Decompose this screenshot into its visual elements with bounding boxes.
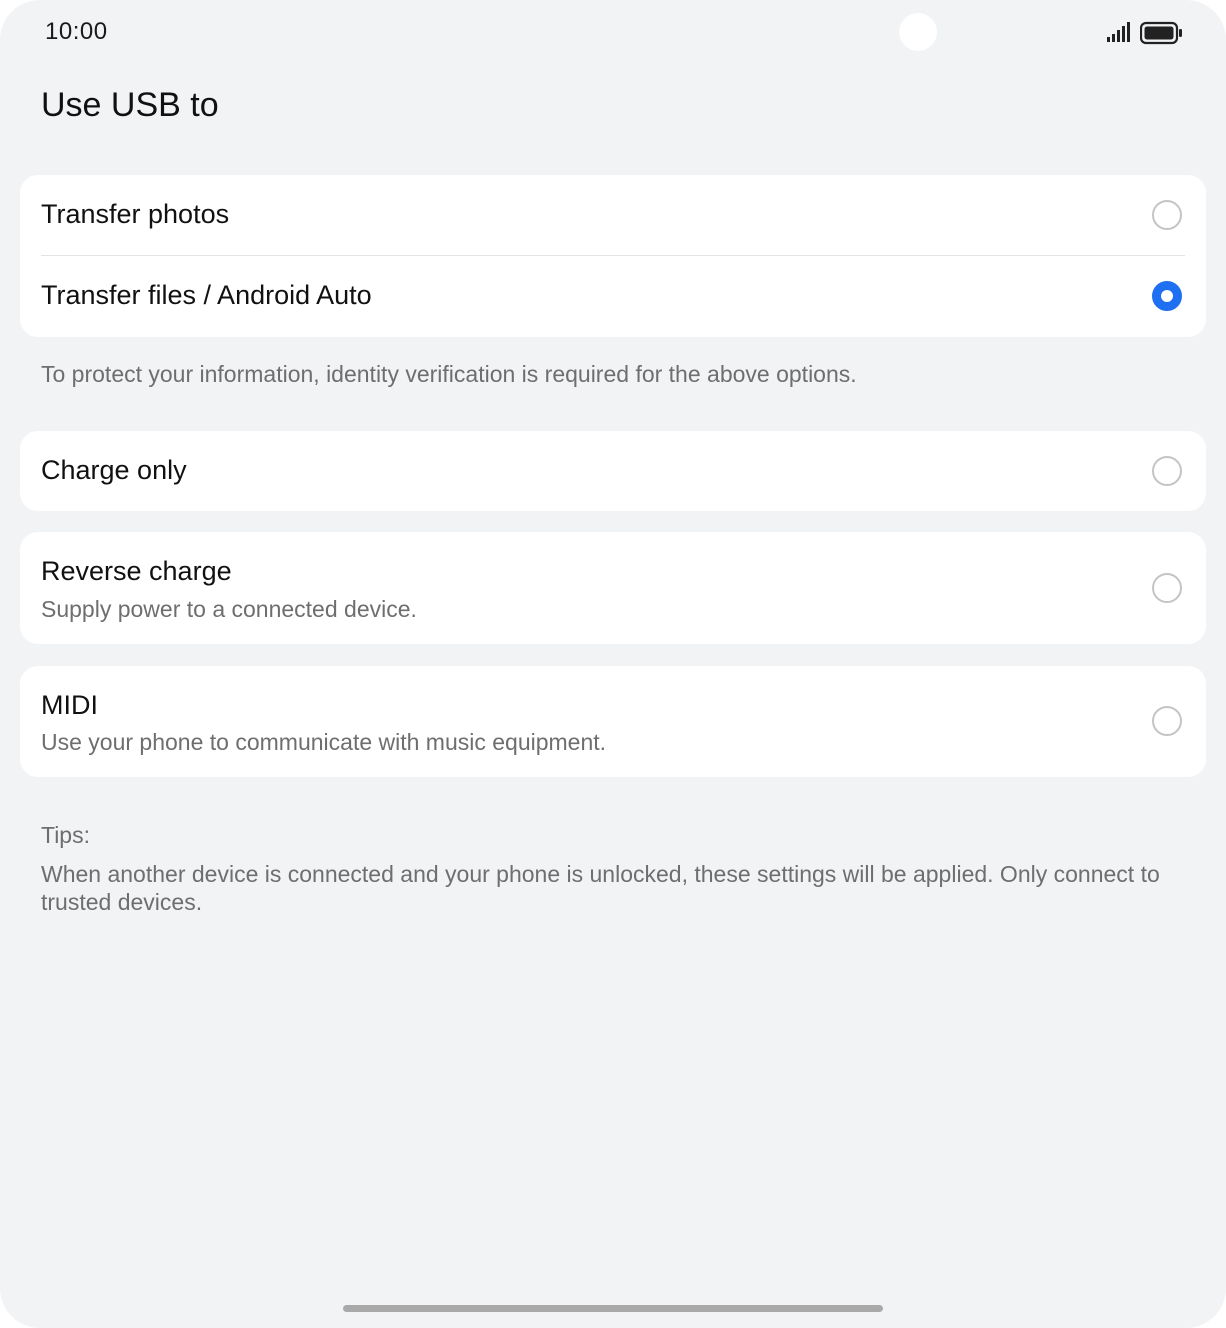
tips-label: Tips: <box>41 822 90 848</box>
option-midi[interactable]: MIDI Use your phone to communicate with … <box>20 666 1206 777</box>
option-title: Charge only <box>41 455 187 485</box>
option-title: Transfer photos <box>41 199 230 229</box>
option-reverse-charge[interactable]: Reverse charge Supply power to a connect… <box>20 532 1206 644</box>
option-transfer-photos[interactable]: Transfer photos <box>20 175 1206 256</box>
radio-charge-only[interactable] <box>1152 456 1182 486</box>
option-title: Transfer files / Android Auto <box>41 280 372 310</box>
home-indicator[interactable] <box>343 1305 883 1312</box>
midi-card: MIDI Use your phone to communicate with … <box>20 666 1206 777</box>
cellular-signal-icon <box>1107 22 1130 42</box>
radio-transfer-files-selected[interactable] <box>1152 281 1182 311</box>
reverse-charge-card: Reverse charge Supply power to a connect… <box>20 532 1206 644</box>
status-time: 10:00 <box>45 18 108 45</box>
radio-transfer-photos[interactable] <box>1152 200 1182 230</box>
option-subtitle: Use your phone to communicate with music… <box>41 729 607 755</box>
option-subtitle: Supply power to a connected device. <box>41 596 417 622</box>
option-title: MIDI <box>41 690 98 720</box>
charge-only-card: Charge only <box>20 431 1206 511</box>
page-title: Use USB to <box>41 86 219 124</box>
tips-body: When another device is connected and you… <box>41 861 1160 915</box>
radio-midi[interactable] <box>1152 706 1182 736</box>
status-bar: 10:00 <box>0 0 1226 66</box>
option-title: Reverse charge <box>41 556 232 586</box>
radio-reverse-charge[interactable] <box>1152 573 1182 603</box>
front-camera-cutout <box>899 13 937 51</box>
usb-settings-screen: 10:00 Use USB to Transfer photos Transfe… <box>0 0 1226 1328</box>
identity-verification-note: To protect your information, identity ve… <box>41 361 857 387</box>
battery-icon <box>1140 21 1182 45</box>
transfer-options-card: Transfer photos Transfer files / Android… <box>20 175 1206 337</box>
option-charge-only[interactable]: Charge only <box>20 431 1206 511</box>
option-transfer-files[interactable]: Transfer files / Android Auto <box>20 256 1206 337</box>
